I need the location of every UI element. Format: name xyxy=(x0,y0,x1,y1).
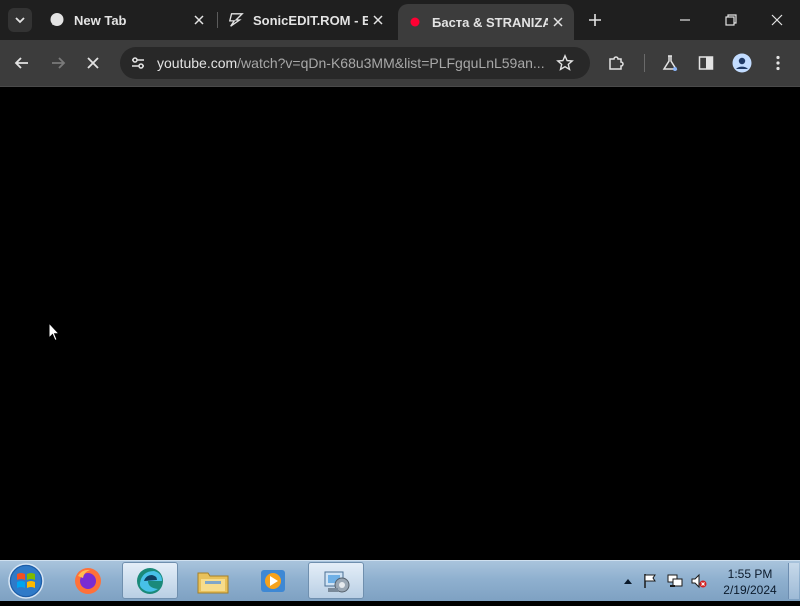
restore-button[interactable] xyxy=(708,0,754,40)
menu-button[interactable] xyxy=(766,51,790,75)
sonicedit-logo-icon xyxy=(228,12,244,28)
network-icon xyxy=(667,574,683,587)
action-center-tray[interactable] xyxy=(642,573,658,589)
close-tab-button[interactable] xyxy=(548,12,568,32)
stop-loading-button[interactable] xyxy=(81,51,105,75)
tune-icon xyxy=(132,57,144,69)
file-explorer-taskbar-button[interactable] xyxy=(185,562,241,599)
volume-tray[interactable] xyxy=(691,573,707,589)
edge-taskbar-button[interactable] xyxy=(122,562,178,599)
url-domain: youtube.com xyxy=(157,55,238,71)
new-tab-button[interactable] xyxy=(584,9,606,31)
page-content-area[interactable] xyxy=(0,87,800,560)
tab-title: Баста & STRANIZA xyxy=(432,14,548,30)
profile-button[interactable] xyxy=(730,51,754,75)
speaker-muted-icon xyxy=(691,573,707,589)
show-desktop-button[interactable] xyxy=(788,563,799,599)
tab-separator xyxy=(217,12,218,28)
windows-orb-icon xyxy=(8,563,44,599)
bookmark-button[interactable] xyxy=(554,52,576,74)
chevron-down-icon xyxy=(15,17,25,24)
control-panel-icon xyxy=(324,571,350,592)
close-icon xyxy=(373,15,383,25)
chevron-up-icon xyxy=(624,579,632,584)
network-tray[interactable] xyxy=(667,573,683,589)
url-text[interactable]: youtube.com/watch?v=qDn-K68u3MM&list=PLF… xyxy=(157,55,547,71)
chat-bubble-icon xyxy=(49,12,65,28)
close-icon xyxy=(87,57,99,69)
side-panel-button[interactable] xyxy=(694,51,718,75)
taskbar: 1:55 PM 2/19/2024 xyxy=(0,560,800,601)
arrow-left-icon xyxy=(14,57,28,69)
show-hidden-icons-button[interactable] xyxy=(620,573,636,589)
media-player-taskbar-button[interactable] xyxy=(245,562,301,599)
back-button[interactable] xyxy=(10,51,34,75)
tab-youtube-active[interactable]: Баста & STRANIZA xyxy=(398,4,574,40)
avatar-icon xyxy=(732,53,752,73)
minimize-button[interactable] xyxy=(662,0,708,40)
url-path: /watch?v=qDn-K68u3MM&list=PLFgquLnL59an.… xyxy=(237,55,545,71)
firefox-icon xyxy=(75,567,101,594)
media-player-icon xyxy=(261,569,285,592)
close-tab-button[interactable] xyxy=(368,10,388,30)
youtube-icon xyxy=(407,14,423,30)
plus-icon xyxy=(589,14,601,26)
site-info-button[interactable] xyxy=(128,53,148,73)
system-clock[interactable]: 1:55 PM 2/19/2024 xyxy=(716,566,784,598)
arrow-right-icon xyxy=(52,57,66,69)
puzzle-icon xyxy=(609,56,624,70)
control-panel-taskbar-button[interactable] xyxy=(308,562,364,599)
tab-strip: New Tab SonicEDIT.ROM - EY Баста & STRAN… xyxy=(0,0,800,40)
start-button[interactable] xyxy=(6,561,46,601)
labs-button[interactable] xyxy=(658,51,682,75)
close-icon xyxy=(771,14,783,26)
close-tab-button[interactable] xyxy=(189,10,209,30)
minimize-icon xyxy=(680,19,690,21)
kebab-menu-icon xyxy=(776,55,780,71)
flag-icon xyxy=(644,574,656,588)
close-icon xyxy=(194,15,204,25)
tab-sonicedit[interactable]: SonicEDIT.ROM - EY xyxy=(219,6,394,34)
firefox-taskbar-button[interactable] xyxy=(60,562,116,599)
side-panel-icon xyxy=(698,56,714,70)
star-icon xyxy=(556,54,574,71)
browser-toolbar: youtube.com/watch?v=qDn-K68u3MM&list=PLF… xyxy=(0,40,800,86)
toolbar-divider xyxy=(644,54,645,72)
close-window-button[interactable] xyxy=(754,0,800,40)
extensions-button[interactable] xyxy=(604,51,628,75)
address-bar[interactable]: youtube.com/watch?v=qDn-K68u3MM&list=PLF… xyxy=(120,47,590,79)
forward-button[interactable] xyxy=(46,51,70,75)
clock-time: 1:55 PM xyxy=(727,567,773,581)
clock-date: 2/19/2024 xyxy=(723,583,777,597)
mouse-cursor-icon xyxy=(48,321,61,347)
restore-icon xyxy=(725,14,737,26)
tab-title: SonicEDIT.ROM - EY xyxy=(253,12,368,28)
tab-new-tab[interactable]: New Tab xyxy=(40,6,215,34)
flask-icon xyxy=(662,55,678,71)
edge-icon xyxy=(137,567,163,594)
folder-icon xyxy=(197,572,229,593)
close-icon xyxy=(553,17,563,27)
tab-search-button[interactable] xyxy=(8,8,32,32)
tab-title: New Tab xyxy=(74,12,127,28)
